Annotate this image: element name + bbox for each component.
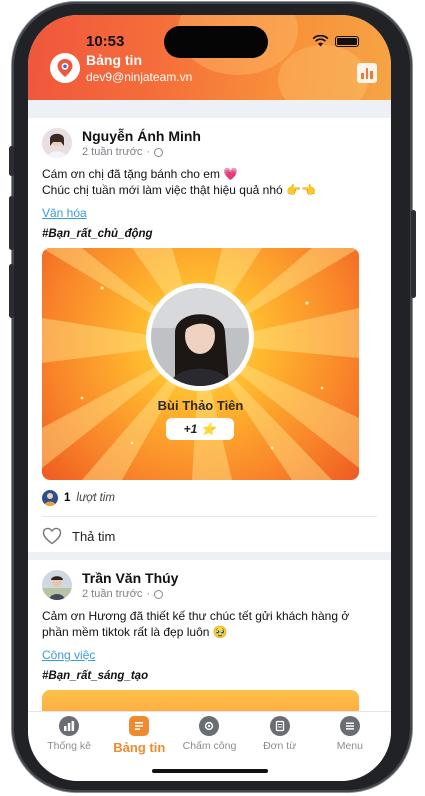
post-card: Trần Văn Thúy 2 tuần trước · Cảm ơn Hươn… <box>28 560 391 711</box>
public-globe-icon <box>154 589 164 599</box>
stats-icon <box>59 716 80 736</box>
post-time: 2 tuần trước <box>82 588 143 600</box>
tab-label: Đơn từ <box>263 740 297 752</box>
news-icon <box>129 716 150 736</box>
post-meta: 2 tuần trước · <box>82 146 201 158</box>
post-message: Cám ơn chị đã tặng bánh cho em 💗 Chúc ch… <box>42 167 316 197</box>
bar-chart-icon[interactable] <box>357 63 377 83</box>
post-topic-link[interactable]: Công việc <box>42 648 95 662</box>
tab-label: Menu <box>336 740 363 752</box>
divider <box>42 516 377 517</box>
menu-icon <box>339 716 360 736</box>
power-button <box>411 210 416 298</box>
post-card: Nguyễn Ánh Minh 2 tuần trước · Cám ơn ch… <box>28 118 391 552</box>
document-icon <box>269 716 290 736</box>
points-value: +1 <box>183 422 198 436</box>
tab-label: Thống kê <box>47 740 91 752</box>
home-indicator <box>152 769 268 773</box>
volume-down-button <box>9 264 14 318</box>
recognition-banner: Bùi Thảo Tiên +1 ⭐ <box>42 248 359 480</box>
post-topic-link[interactable]: Văn hóa <box>42 206 87 220</box>
star-icon: ⭐ <box>201 422 217 436</box>
tab-label: Bảng tin <box>113 740 166 755</box>
likes-summary[interactable]: 1 lượt tim <box>42 490 377 506</box>
author-name[interactable]: Trần Văn Thúy <box>82 570 178 586</box>
recipient-avatar <box>151 288 249 386</box>
heart-icon <box>42 527 62 545</box>
points-badge: +1 ⭐ <box>166 418 234 440</box>
mute-switch <box>9 146 14 176</box>
post-meta: 2 tuần trước · <box>82 588 178 600</box>
tab-statistics[interactable]: Thống kê <box>36 716 102 781</box>
volume-up-button <box>9 196 14 250</box>
wifi-icon <box>312 35 329 47</box>
liker-avatar <box>42 490 58 506</box>
dynamic-island <box>164 26 268 58</box>
app-screen: 10:53 Bảng tin dev9@ninjateam.vn Nguyễn … <box>28 15 391 781</box>
header-email: dev9@ninjateam.vn <box>86 70 193 84</box>
post-hashtag[interactable]: #Bạn_rất_chủ_động <box>42 228 377 240</box>
likes-count: 1 <box>64 492 71 504</box>
recognition-banner <box>42 690 359 711</box>
post-message: Cảm ơn Hương đã thiết kế thư chúc tết gử… <box>42 609 350 639</box>
tab-label: Chấm công <box>182 740 237 752</box>
post-hashtag[interactable]: #Bạn_rất_sáng_tạo <box>42 670 377 682</box>
battery-icon <box>335 35 359 47</box>
tab-menu[interactable]: Menu <box>317 716 383 781</box>
author-name[interactable]: Nguyễn Ánh Minh <box>82 128 201 144</box>
status-time: 10:53 <box>86 33 125 50</box>
avatar[interactable] <box>42 570 72 600</box>
like-button-label: Thả tim <box>72 528 116 544</box>
like-button[interactable]: Thả tim <box>42 527 377 545</box>
location-pin-icon[interactable] <box>50 53 80 83</box>
camera-icon <box>199 716 220 736</box>
avatar[interactable] <box>42 128 72 158</box>
public-globe-icon <box>154 147 164 157</box>
bottom-tab-bar: Thống kê Bảng tin Chấm công Đơn từ Menu <box>28 711 391 781</box>
news-feed[interactable]: Nguyễn Ánh Minh 2 tuần trước · Cám ơn ch… <box>28 100 391 711</box>
app-header: 10:53 Bảng tin dev9@ninjateam.vn <box>28 15 391 100</box>
post-author[interactable]: Nguyễn Ánh Minh 2 tuần trước · <box>42 128 377 158</box>
recipient-photo[interactable] <box>146 283 254 391</box>
likes-label: lượt tim <box>76 492 115 504</box>
status-icons <box>312 35 359 47</box>
post-time: 2 tuần trước <box>82 146 143 158</box>
post-author[interactable]: Trần Văn Thúy 2 tuần trước · <box>42 570 377 600</box>
recipient-name: Bùi Thảo Tiên <box>157 398 244 413</box>
header-decoration <box>278 45 368 100</box>
header-title: Bảng tin <box>86 52 142 68</box>
